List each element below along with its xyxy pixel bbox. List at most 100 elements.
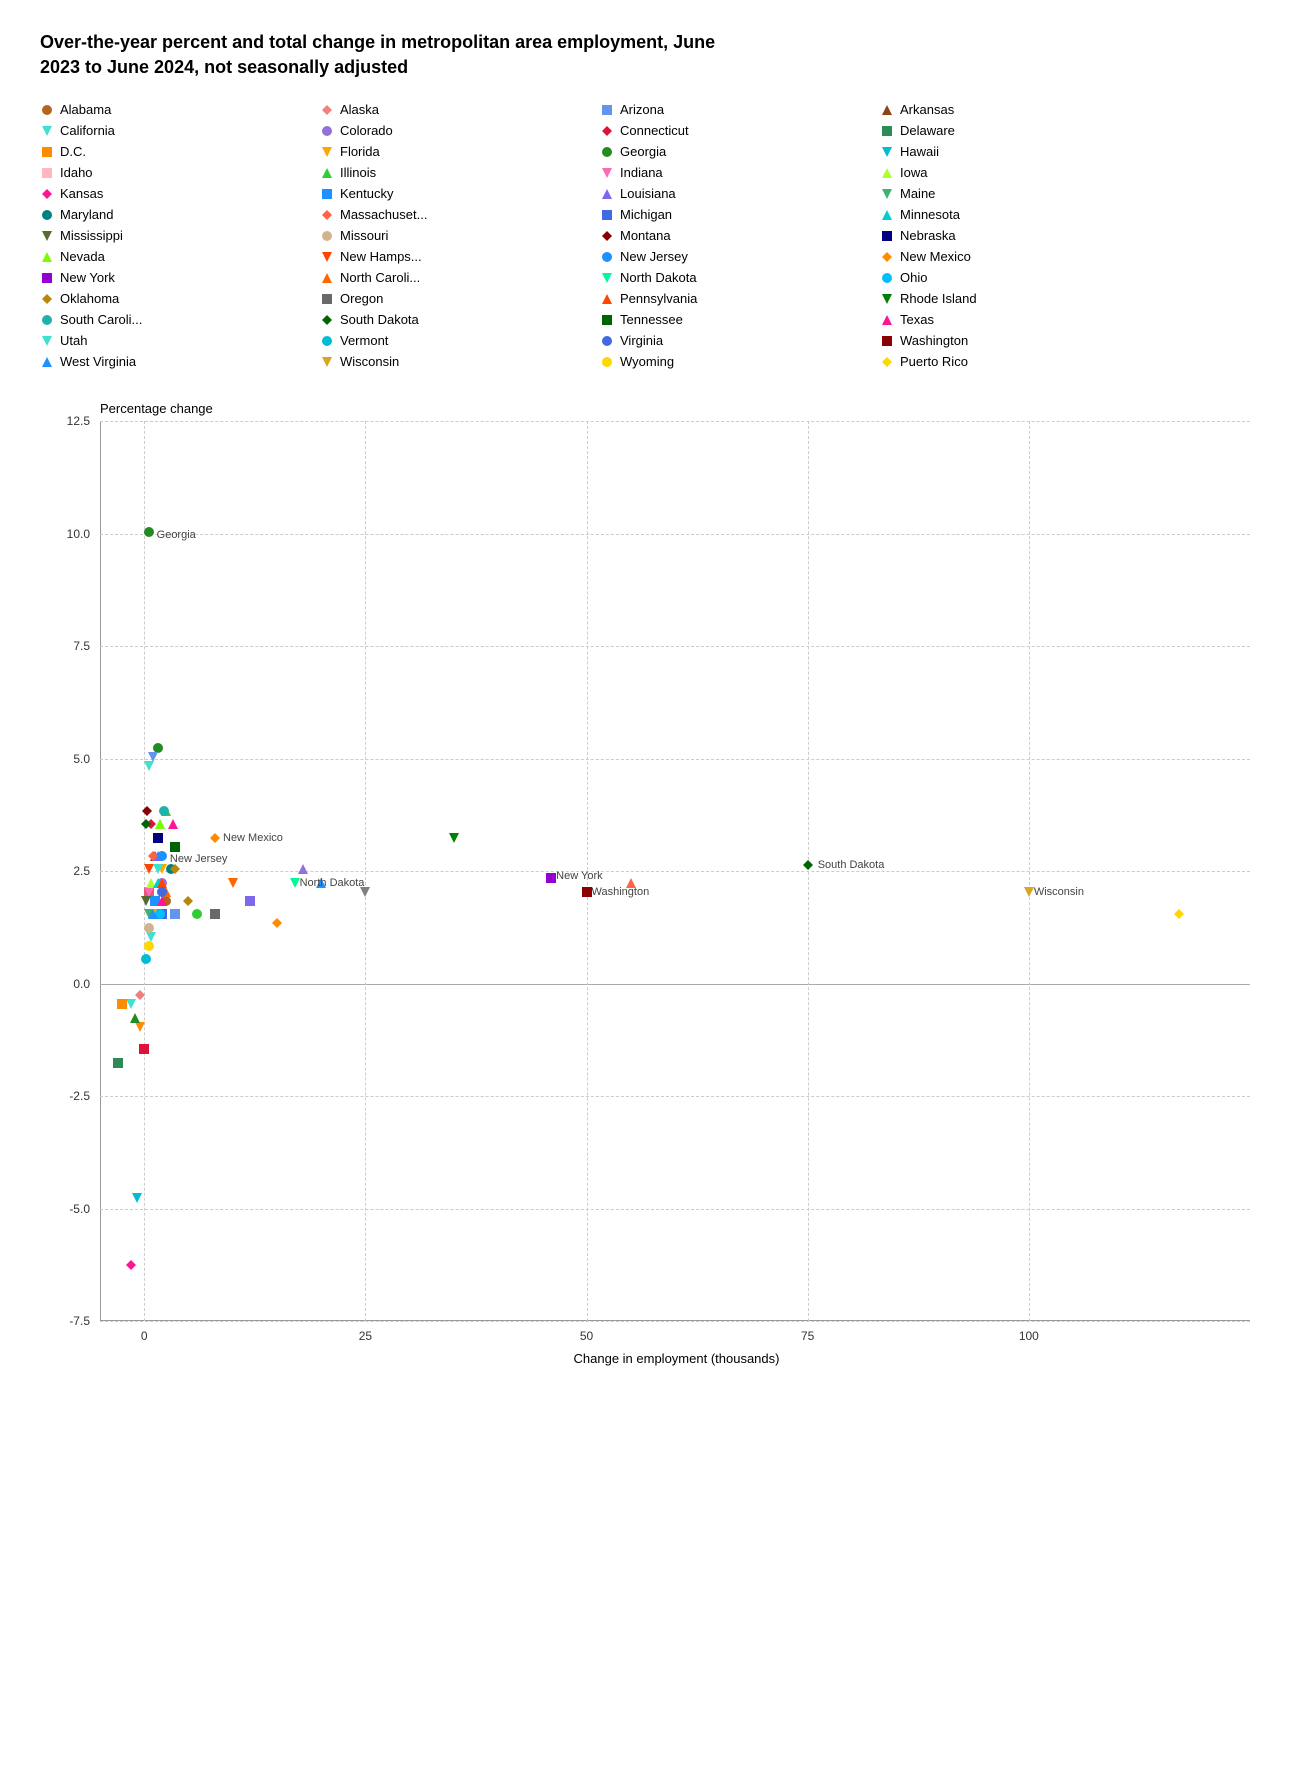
legend-item: Washington (880, 331, 1160, 350)
legend-item: Utah (40, 331, 320, 350)
legend-label: Mississippi (60, 228, 123, 243)
data-point (112, 1056, 124, 1074)
legend-label: New Mexico (900, 249, 971, 264)
legend-label: South Caroli... (60, 312, 142, 327)
legend-label: Vermont (340, 333, 388, 348)
legend-label: Wyoming (620, 354, 674, 369)
legend-label: Pennsylvania (620, 291, 697, 306)
data-point (1173, 907, 1185, 925)
legend-label: Minnesota (900, 207, 960, 222)
data-point (140, 817, 152, 835)
legend-item: Wisconsin (320, 352, 600, 371)
legend-item: Hawaii (880, 142, 1160, 161)
legend-symbol (600, 166, 614, 180)
data-label: New Jersey (170, 853, 227, 865)
legend-label: New York (60, 270, 115, 285)
data-point (143, 525, 155, 543)
data-point (167, 817, 179, 835)
legend-label: Washington (900, 333, 968, 348)
data-point (138, 1042, 150, 1060)
legend-symbol (880, 103, 894, 117)
legend-symbol (40, 271, 54, 285)
legend-symbol (880, 166, 894, 180)
data-label: Washington (592, 886, 650, 898)
legend-item: Massachuset... (320, 205, 600, 224)
legend-item: Alabama (40, 100, 320, 119)
legend-symbol (320, 166, 334, 180)
legend-label: Alaska (340, 102, 379, 117)
legend-label: Montana (620, 228, 671, 243)
legend-symbol (320, 292, 334, 306)
data-label: New Mexico (223, 832, 283, 844)
legend-symbol (40, 313, 54, 327)
grid-line-vertical (1029, 421, 1030, 1321)
legend-label: Virginia (620, 333, 663, 348)
legend-item: New Hamps... (320, 247, 600, 266)
legend-label: Arizona (620, 102, 664, 117)
legend-item: North Caroli... (320, 268, 600, 287)
legend-item: Louisiana (600, 184, 880, 203)
grid-line (100, 646, 1250, 647)
legend-symbol (880, 313, 894, 327)
legend-symbol (600, 313, 614, 327)
legend-label: North Dakota (620, 270, 697, 285)
x-tick-label: 100 (1019, 1329, 1039, 1343)
legend-item: Alaska (320, 100, 600, 119)
legend-item: New Jersey (600, 247, 880, 266)
legend-label: Michigan (620, 207, 672, 222)
legend-item: South Dakota (320, 310, 600, 329)
data-point (129, 1011, 141, 1029)
legend-symbol (320, 229, 334, 243)
x-tick-label: 25 (359, 1329, 372, 1343)
legend-symbol (600, 124, 614, 138)
legend-item: California (40, 121, 320, 140)
legend-item: Georgia (600, 142, 880, 161)
legend-label: Arkansas (900, 102, 954, 117)
legend-label: West Virginia (60, 354, 136, 369)
legend-symbol (40, 292, 54, 306)
legend-symbol (40, 208, 54, 222)
legend-symbol (880, 229, 894, 243)
chart-plot: -7.5-5.0-2.50.02.55.07.510.012.502550751… (100, 421, 1250, 1321)
data-point (271, 916, 283, 934)
legend-item: Connecticut (600, 121, 880, 140)
y-axis-label: Percentage change (100, 401, 1253, 416)
legend-label: Kentucky (340, 186, 393, 201)
grid-line (100, 984, 1250, 985)
legend-label: Maryland (60, 207, 113, 222)
legend-symbol (600, 250, 614, 264)
grid-line (100, 1096, 1250, 1097)
legend-item: Colorado (320, 121, 600, 140)
grid-line (100, 871, 1250, 872)
legend-item: Puerto Rico (880, 352, 1160, 371)
legend-symbol (600, 145, 614, 159)
legend-symbol (880, 271, 894, 285)
data-point (131, 1191, 143, 1209)
data-point (152, 862, 164, 880)
y-tick-label: -5.0 (69, 1202, 90, 1216)
legend-item: Nevada (40, 247, 320, 266)
x-axis-label: Change in employment (thousands) (100, 1351, 1253, 1366)
legend-item: South Caroli... (40, 310, 320, 329)
legend-label: Rhode Island (900, 291, 977, 306)
legend-item: Virginia (600, 331, 880, 350)
grid-line (100, 1321, 1250, 1322)
chart-container: Percentage change -7.5-5.0-2.50.02.55.07… (40, 401, 1253, 1366)
legend-item: West Virginia (40, 352, 320, 371)
legend-label: Missouri (340, 228, 388, 243)
grid-line (100, 759, 1250, 760)
data-point (169, 907, 181, 925)
x-tick-label: 50 (580, 1329, 593, 1343)
legend-label: Massachuset... (340, 207, 427, 222)
legend-symbol (40, 187, 54, 201)
legend-item: Wyoming (600, 352, 880, 371)
legend-item: Idaho (40, 163, 320, 182)
legend-label: Kansas (60, 186, 103, 201)
legend-label: Utah (60, 333, 87, 348)
legend-symbol (600, 208, 614, 222)
legend-label: Hawaii (900, 144, 939, 159)
legend-label: Colorado (340, 123, 393, 138)
legend-item: Indiana (600, 163, 880, 182)
legend-symbol (880, 208, 894, 222)
legend-symbol (40, 250, 54, 264)
